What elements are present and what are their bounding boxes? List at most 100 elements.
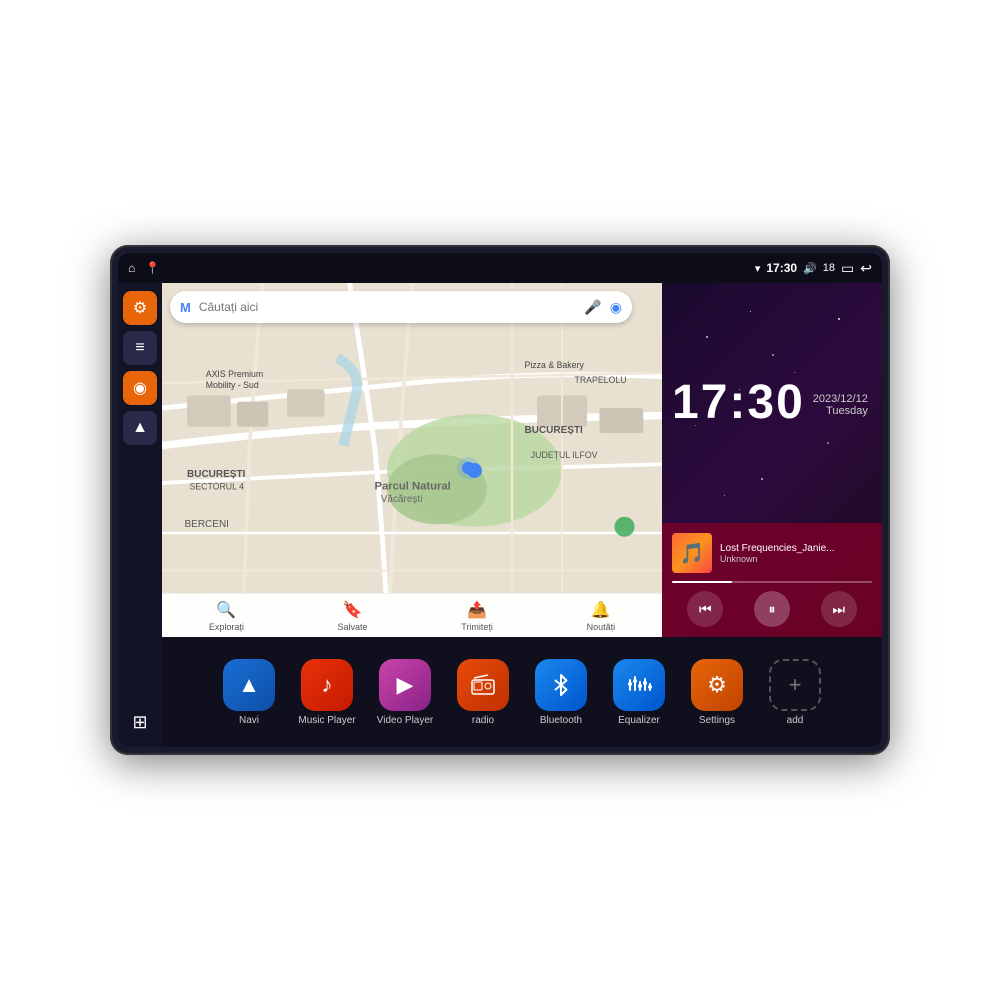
map-widget[interactable]: Parcul Natural Văcărești BUCUREȘTI JUDEȚ…	[162, 283, 662, 637]
account-icon[interactable]: ◉	[610, 299, 622, 316]
video-player-label: Video Player	[377, 715, 434, 726]
music-controls: ⏮ ⏸ ⏭	[672, 591, 872, 627]
file-icon: ≡	[135, 339, 144, 357]
status-bar: ⌂ 📍 ▾ 17:30 🔊 18 ▭ ↩	[118, 253, 882, 283]
status-time: 17:30	[766, 261, 797, 275]
map-nav-explorați[interactable]: 🔍 Explorați	[209, 600, 244, 632]
next-icon: ⏭	[832, 601, 845, 618]
map-search-bar[interactable]: M 🎤 ◉	[170, 291, 632, 323]
add-label: add	[787, 715, 804, 726]
prev-icon: ⏮	[699, 601, 712, 618]
main-content: ⚙ ≡ ◉ ▲ ⊞	[118, 283, 882, 747]
sidebar: ⚙ ≡ ◉ ▲ ⊞	[118, 283, 162, 747]
svg-text:BUCUREȘTI: BUCUREȘTI	[525, 425, 584, 436]
settings-app-icon: ⚙	[691, 659, 743, 711]
google-maps-icon: M	[180, 300, 191, 315]
video-player-icon: ▶	[379, 659, 431, 711]
next-button[interactable]: ⏭	[821, 591, 857, 627]
news-label: Noutăți	[587, 622, 616, 632]
app-grid: ▲ Navi ♪ Music Player ▶ Vid	[162, 637, 882, 747]
top-row: Parcul Natural Văcărești BUCUREȘTI JUDEȚ…	[162, 283, 882, 637]
clock-day: Tuesday	[813, 405, 878, 417]
map-bottom-nav: 🔍 Explorați 🔖 Salvate 📤 Trimiteți	[162, 593, 662, 637]
app-radio[interactable]: radio	[448, 659, 518, 726]
right-panel: 17:30 2023/12/12 Tuesday	[662, 283, 882, 637]
music-text: Lost Frequencies_Janie... Unknown	[720, 543, 872, 564]
app-video-player[interactable]: ▶ Video Player	[370, 659, 440, 726]
music-info: 🎵 Lost Frequencies_Janie... Unknown	[672, 533, 872, 573]
sidebar-settings-button[interactable]: ⚙	[123, 291, 157, 325]
music-section: 🎵 Lost Frequencies_Janie... Unknown	[662, 523, 882, 637]
map-search-input[interactable]	[199, 300, 577, 314]
svg-text:Văcărești: Văcărești	[381, 494, 423, 505]
equalizer-label: Equalizer	[618, 715, 660, 726]
sidebar-file-button[interactable]: ≡	[123, 331, 157, 365]
music-artist: Unknown	[720, 554, 872, 564]
play-pause-button[interactable]: ⏸	[754, 591, 790, 627]
svg-text:JUDEȚUL ILFOV: JUDEȚUL ILFOV	[531, 450, 598, 460]
screen: ⌂ 📍 ▾ 17:30 🔊 18 ▭ ↩ ⚙ ≡	[118, 253, 882, 747]
prev-button[interactable]: ⏮	[687, 591, 723, 627]
add-icon: +	[769, 659, 821, 711]
music-player-label: Music Player	[298, 715, 355, 726]
map-nav-trimiteți[interactable]: 📤 Trimiteți	[461, 600, 493, 632]
svg-text:BERCENI: BERCENI	[185, 519, 229, 530]
sidebar-nav-button[interactable]: ▲	[123, 411, 157, 445]
bluetooth-icon-bg	[535, 659, 587, 711]
share-icon: 📤	[467, 600, 487, 620]
svg-text:SECTORUL 4: SECTORUL 4	[190, 481, 245, 491]
nav-icon: ▲	[132, 419, 148, 437]
music-title: Lost Frequencies_Janie...	[720, 543, 872, 554]
status-bar-right: ▾ 17:30 🔊 18 ▭ ↩	[755, 260, 872, 277]
content-area: Parcul Natural Văcărești BUCUREȘTI JUDEȚ…	[162, 283, 882, 747]
svg-text:BUCUREȘTI: BUCUREȘTI	[187, 469, 246, 480]
clock-date: 2023/12/12	[813, 393, 878, 405]
battery-icon: ▭	[841, 260, 854, 277]
equalizer-icon	[613, 659, 665, 711]
battery-level: 18	[823, 262, 835, 274]
device: ⌂ 📍 ▾ 17:30 🔊 18 ▭ ↩ ⚙ ≡	[110, 245, 890, 755]
news-icon: 🔔	[591, 600, 611, 620]
volume-icon: 🔊	[803, 262, 817, 275]
app-music-player[interactable]: ♪ Music Player	[292, 659, 362, 726]
album-art: 🎵	[672, 533, 712, 573]
radio-icon	[457, 659, 509, 711]
svg-text:AXIS Premium: AXIS Premium	[206, 369, 263, 379]
explore-icon: 🔍	[216, 600, 236, 620]
navi-label: Navi	[239, 715, 259, 726]
home-icon[interactable]: ⌂	[128, 261, 135, 275]
mic-icon[interactable]: 🎤	[584, 299, 601, 316]
clock-time: 17:30	[672, 379, 805, 427]
app-add[interactable]: + add	[760, 659, 830, 726]
music-progress-fill	[672, 581, 732, 583]
svg-text:Pizza & Bakery: Pizza & Bakery	[525, 360, 585, 370]
app-bluetooth[interactable]: Bluetooth	[526, 659, 596, 726]
explore-label: Explorați	[209, 622, 244, 632]
svg-text:Parcul Natural: Parcul Natural	[375, 480, 451, 492]
music-progress-bar[interactable]	[672, 581, 872, 583]
saved-icon: 🔖	[343, 600, 363, 620]
sidebar-map-button[interactable]: ◉	[123, 371, 157, 405]
bluetooth-label: Bluetooth	[540, 715, 582, 726]
app-settings[interactable]: ⚙ Settings	[682, 659, 752, 726]
music-player-icon: ♪	[301, 659, 353, 711]
app-equalizer[interactable]: Equalizer	[604, 659, 674, 726]
sidebar-grid-button[interactable]: ⊞	[123, 705, 157, 739]
wifi-icon: ▾	[755, 262, 761, 275]
grid-icon: ⊞	[132, 712, 147, 733]
app-navi[interactable]: ▲ Navi	[214, 659, 284, 726]
radio-label: radio	[472, 715, 494, 726]
map-icon: ◉	[133, 378, 147, 398]
clock-section: 17:30 2023/12/12 Tuesday	[662, 283, 882, 523]
settings-label: Settings	[699, 715, 735, 726]
maps-icon[interactable]: 📍	[145, 261, 160, 275]
back-icon[interactable]: ↩	[860, 260, 872, 277]
navi-icon: ▲	[223, 659, 275, 711]
share-label: Trimiteți	[461, 622, 493, 632]
svg-text:Mobility - Sud: Mobility - Sud	[206, 380, 259, 390]
map-nav-noutăți[interactable]: 🔔 Noutăți	[587, 600, 616, 632]
svg-text:TRAPELOLU: TRAPELOLU	[575, 375, 627, 385]
pause-icon: ⏸	[768, 601, 775, 618]
map-nav-salvate[interactable]: 🔖 Salvate	[338, 600, 368, 632]
settings-icon: ⚙	[133, 298, 147, 318]
